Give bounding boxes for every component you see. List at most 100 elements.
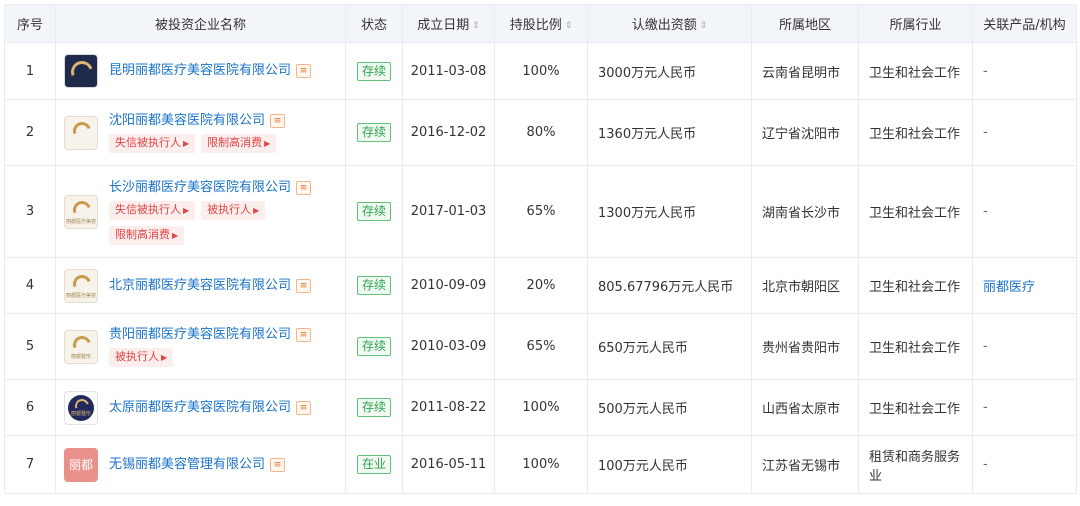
company-logo-icon[interactable]: 丽都整形 bbox=[64, 329, 98, 364]
table-row: 4 丽都医疗美容 北京丽都医疗美容医院有限公司 ≡ 存续 2010-09-09 20% 805… bbox=[4, 257, 1077, 314]
sort-icon[interactable]: ⇕ bbox=[565, 21, 573, 31]
column-header-seq: 序号 bbox=[4, 4, 56, 43]
risk-tag[interactable]: 失信被执行人 ▶ bbox=[109, 134, 196, 153]
industry-cell: 租赁和商务服务业 bbox=[858, 435, 973, 494]
table-row: 3 丽都医疗美容 长沙丽都医疗美容医院有限公司 ≡ 失信被执行人 ▶ 被执行人 ▶ 限制高消费 ▶… bbox=[4, 165, 1077, 258]
risk-tag-label: 被执行人 bbox=[207, 202, 252, 216]
seq-cell: 5 bbox=[4, 313, 56, 380]
caret-right-icon: ▶ bbox=[183, 139, 190, 148]
related-cell: - bbox=[972, 435, 1077, 494]
risk-tag-label: 限制高消费 bbox=[207, 136, 263, 149]
status-badge: 存续 bbox=[356, 398, 391, 417]
company-logo-icon[interactable] bbox=[64, 115, 98, 150]
company-name-link[interactable]: 太原丽都医疗美容医院有限公司 bbox=[109, 399, 291, 417]
risk-tag-label: 被执行人 bbox=[115, 350, 159, 363]
company-cell: 丽都整形 贵阳丽都医疗美容医院有限公司 ≡ 被执行人 ▶ bbox=[55, 313, 346, 380]
column-header-related: 关联产品/机构 bbox=[972, 4, 1077, 43]
column-header-ratio-label: 持股比例 bbox=[509, 18, 562, 33]
column-header-company: 被投资企业名称 bbox=[55, 4, 346, 43]
company-logo-icon[interactable]: 丽都医疗美容 bbox=[64, 194, 98, 229]
ratio-cell: 100% bbox=[494, 379, 588, 436]
status-badge: 存续 bbox=[356, 202, 391, 221]
risk-tag[interactable]: 限制高消费 ▶ bbox=[201, 134, 277, 153]
ratio-cell: 20% bbox=[494, 257, 588, 314]
company-logo-icon[interactable]: 丽都 bbox=[64, 447, 98, 482]
risk-tag[interactable]: 被执行人 ▶ bbox=[109, 348, 174, 367]
status-cell: 存续 bbox=[345, 257, 403, 314]
industry-cell: 卫生和社会工作 bbox=[858, 99, 973, 166]
company-name-link[interactable]: 长沙丽都医疗美容医院有限公司 bbox=[109, 179, 291, 197]
sort-icon[interactable]: ⇕ bbox=[700, 21, 708, 31]
region-cell: 江苏省无锡市 bbox=[751, 435, 859, 494]
company-name-link[interactable]: 北京丽都医疗美容医院有限公司 bbox=[109, 277, 291, 295]
capital-cell: 500万元人民币 bbox=[587, 379, 752, 436]
capital-cell: 100万元人民币 bbox=[587, 435, 752, 494]
status-badge: 在业 bbox=[356, 455, 391, 474]
status-badge: 存续 bbox=[356, 337, 391, 356]
seq-cell: 3 bbox=[4, 165, 56, 258]
related-cell: - bbox=[972, 99, 1077, 166]
company-name-link[interactable]: 沈阳丽都美容医院有限公司 bbox=[109, 112, 265, 130]
company-logo-icon[interactable] bbox=[64, 54, 98, 88]
risk-tag[interactable]: 失信被执行人 ▶ bbox=[109, 200, 196, 220]
risk-tag[interactable]: 被执行人 ▶ bbox=[201, 200, 266, 220]
status-cell: 存续 bbox=[345, 379, 403, 436]
sort-icon[interactable]: ⇕ bbox=[472, 21, 480, 31]
column-header-founded[interactable]: 成立日期 ⇕ bbox=[402, 4, 495, 43]
company-name-link[interactable]: 贵阳丽都医疗美容医院有限公司 bbox=[109, 326, 291, 344]
company-name-link[interactable]: 昆明丽都医疗美容医院有限公司 bbox=[109, 62, 291, 80]
region-cell: 湖南省长沙市 bbox=[751, 165, 859, 258]
table-row: 2 沈阳丽都美容医院有限公司 ≡ 失信被执行人 ▶ 限制高消费 ▶ 存续 2016-12-02 8… bbox=[4, 99, 1077, 166]
risk-tags: 被执行人 ▶ bbox=[109, 348, 284, 367]
company-logo-icon[interactable]: 丽都整形 bbox=[64, 390, 98, 425]
seq-cell: 7 bbox=[4, 435, 56, 494]
capital-cell: 650万元人民币 bbox=[587, 313, 752, 380]
table-row: 5 丽都整形 贵阳丽都医疗美容医院有限公司 ≡ 被执行人 ▶ 存续 2010-03-09 65%… bbox=[4, 313, 1077, 380]
company-cell: 丽都整形 太原丽都医疗美容医院有限公司 ≡ bbox=[55, 379, 346, 436]
table-row: 6 丽都整形 太原丽都医疗美容医院有限公司 ≡ 存续 2011-08-22 100% 500万… bbox=[4, 379, 1077, 436]
capital-cell: 1360万元人民币 bbox=[587, 99, 752, 166]
column-header-ratio[interactable]: 持股比例 ⇕ bbox=[494, 4, 588, 43]
seq-cell: 2 bbox=[4, 99, 56, 166]
capital-cell: 805.67796万元人民币 bbox=[587, 257, 752, 314]
capital-cell: 3000万元人民币 bbox=[587, 42, 752, 100]
related-cell: - bbox=[972, 379, 1077, 436]
risk-tag[interactable]: 限制高消费 ▶ bbox=[109, 225, 185, 245]
equity-tree-icon[interactable]: ≡ bbox=[296, 328, 312, 342]
logo-caption: 丽都整形 bbox=[70, 353, 91, 360]
column-header-industry: 所属行业 bbox=[858, 4, 973, 43]
column-header-founded-label: 成立日期 bbox=[417, 18, 470, 33]
equity-tree-icon[interactable]: ≡ bbox=[296, 400, 312, 415]
column-header-capital[interactable]: 认缴出资额 ⇕ bbox=[587, 4, 752, 43]
founded-cell: 2010-03-09 bbox=[402, 313, 495, 380]
logo-caption: 丽都医疗美容 bbox=[65, 292, 96, 299]
risk-tag-label: 失信被执行人 bbox=[115, 136, 181, 149]
equity-tree-icon[interactable]: ≡ bbox=[296, 180, 312, 195]
column-header-region: 所属地区 bbox=[751, 4, 859, 43]
founded-cell: 2011-08-22 bbox=[402, 379, 495, 436]
related-cell: - bbox=[972, 42, 1077, 100]
company-logo-icon[interactable]: 丽都医疗美容 bbox=[64, 268, 98, 303]
ratio-cell: 80% bbox=[494, 99, 588, 166]
swan-shape bbox=[67, 57, 97, 87]
region-cell: 贵州省贵阳市 bbox=[751, 313, 859, 380]
industry-cell: 卫生和社会工作 bbox=[858, 257, 973, 314]
equity-tree-icon[interactable]: ≡ bbox=[270, 114, 286, 128]
equity-tree-icon[interactable]: ≡ bbox=[296, 64, 312, 78]
founded-cell: 2016-12-02 bbox=[402, 99, 495, 166]
ratio-cell: 65% bbox=[494, 313, 588, 380]
company-name-link[interactable]: 无锡丽都美容管理有限公司 bbox=[109, 456, 265, 474]
founded-cell: 2016-05-11 bbox=[402, 435, 495, 494]
related-link[interactable]: 丽都医疗 bbox=[983, 280, 1035, 295]
equity-tree-icon[interactable]: ≡ bbox=[296, 278, 312, 293]
industry-cell: 卫生和社会工作 bbox=[858, 313, 973, 380]
caret-right-icon: ▶ bbox=[264, 139, 271, 148]
equity-tree-icon[interactable]: ≡ bbox=[270, 457, 286, 472]
founded-cell: 2010-09-09 bbox=[402, 257, 495, 314]
table-header-row: 序号 被投资企业名称 状态 成立日期 ⇕ 持股比例 ⇕ 认缴出资额 ⇕ 所属地区 所属… bbox=[4, 4, 1077, 43]
table-row: 7 丽都 无锡丽都美容管理有限公司 ≡ 在业 2016-05-11 100% 100万元人民币… bbox=[4, 435, 1077, 494]
related-cell: - bbox=[972, 165, 1077, 258]
region-cell: 辽宁省沈阳市 bbox=[751, 99, 859, 166]
region-cell: 云南省昆明市 bbox=[751, 42, 859, 100]
column-header-status: 状态 bbox=[345, 4, 403, 43]
